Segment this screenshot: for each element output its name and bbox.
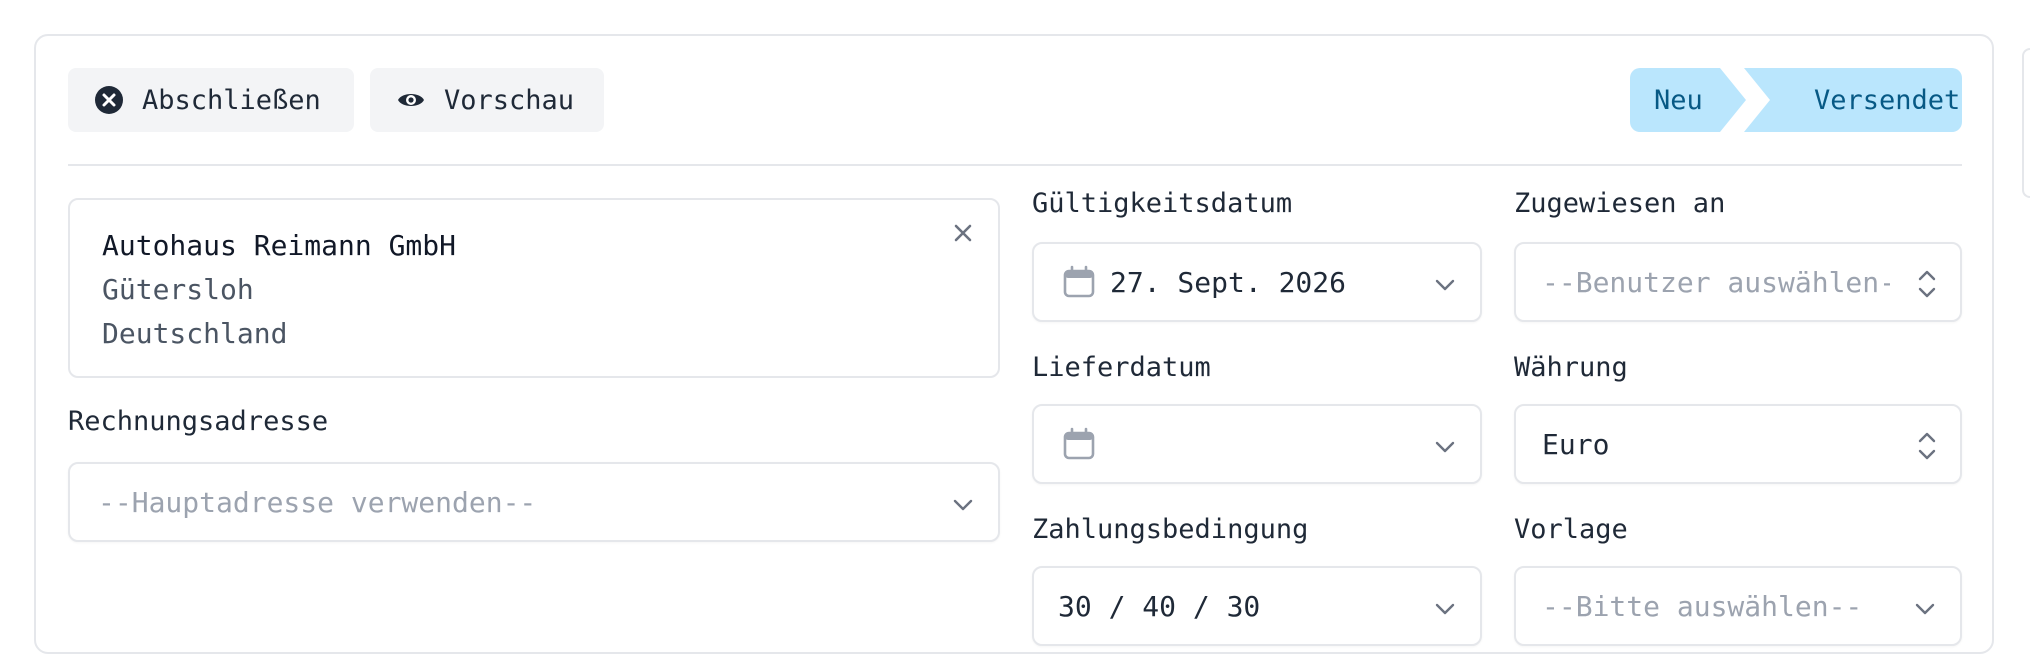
customer-address-card: Autohaus Reimann GmbH Gütersloh Deutschl…: [68, 198, 1000, 378]
side-panel-edge: [2022, 48, 2030, 198]
eye-icon: [396, 85, 426, 115]
assigned-to-select[interactable]: --Benutzer auswählen--: [1514, 242, 1962, 322]
payment-terms-select[interactable]: 30 / 40 / 30: [1032, 566, 1482, 646]
close-circle-icon: [94, 85, 124, 115]
billing-address-label: Rechnungsadresse: [68, 406, 329, 437]
close-button[interactable]: Abschließen: [68, 68, 354, 132]
preview-button-label: Vorschau: [444, 84, 575, 116]
status-step-sent[interactable]: Versendet: [1744, 68, 1962, 132]
customer-country: Deutschland: [102, 317, 288, 350]
close-button-label: Abschließen: [142, 84, 321, 116]
currency-label: Währung: [1514, 352, 1628, 383]
payment-terms-label: Zahlungsbedingung: [1032, 514, 1309, 545]
assigned-to-placeholder: --Benutzer auswählen--: [1542, 265, 1890, 299]
chevron-down-icon: [950, 492, 976, 518]
select-updown-icon: [1916, 428, 1938, 464]
chevron-down-icon: [1432, 596, 1458, 622]
remove-customer-icon[interactable]: [950, 220, 976, 246]
customer-name: Autohaus Reimann GmbH: [102, 229, 457, 262]
chevron-down-icon: [1432, 434, 1458, 460]
template-label: Vorlage: [1514, 514, 1628, 545]
validity-date-picker[interactable]: 27. Sept. 2026: [1032, 242, 1482, 322]
preview-button[interactable]: Vorschau: [370, 68, 604, 132]
chevron-down-icon: [1912, 596, 1938, 622]
select-updown-icon: [1916, 266, 1938, 302]
billing-address-select[interactable]: --Hauptadresse verwenden--: [68, 462, 1000, 542]
header-divider: [68, 164, 1962, 166]
status-steps: Neu Versendet: [1630, 68, 1962, 132]
billing-address-placeholder: --Hauptadresse verwenden--: [98, 485, 537, 519]
calendar-icon: [1062, 265, 1096, 299]
chevron-down-icon: [1432, 272, 1458, 298]
delivery-date-label: Lieferdatum: [1032, 352, 1211, 383]
status-step-new[interactable]: Neu: [1630, 68, 1746, 132]
delivery-date-picker[interactable]: [1032, 404, 1482, 484]
customer-city: Gütersloh: [102, 273, 254, 306]
validity-date-value: 27. Sept. 2026: [1110, 265, 1347, 299]
assigned-to-label: Zugewiesen an: [1514, 188, 1726, 219]
calendar-icon: [1062, 427, 1096, 461]
currency-select[interactable]: Euro: [1514, 404, 1962, 484]
validity-date-label: Gültigkeitsdatum: [1032, 188, 1293, 219]
template-select[interactable]: --Bitte auswählen--: [1514, 566, 1962, 646]
currency-value: Euro: [1542, 427, 1610, 461]
